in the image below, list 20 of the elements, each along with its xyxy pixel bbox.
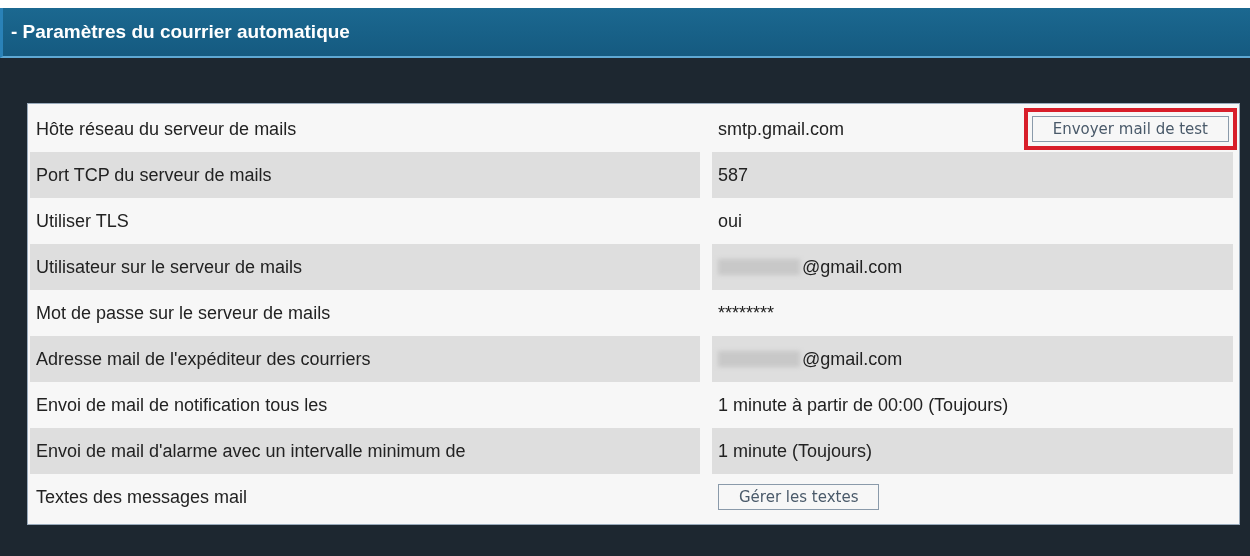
- setting-value: smtp.gmail.com: [718, 118, 845, 140]
- setting-label: Adresse mail de l'expéditeur des courriers: [30, 336, 700, 382]
- action-button[interactable]: Gérer les textes: [718, 484, 880, 510]
- setting-value: @gmail.com: [802, 256, 903, 278]
- setting-label: Envoi de mail d'alarme avec un intervalle minimum de: [30, 428, 700, 474]
- setting-label: Hôte réseau du serveur de mails: [35, 117, 298, 141]
- panel-title: - Paramètres du courrier automatique: [11, 21, 350, 43]
- action-button[interactable]: Envoyer mail de test: [1031, 116, 1229, 142]
- setting-value: ********: [718, 302, 775, 324]
- setting-value: 1 minute à partir de 00:00 (Toujours): [718, 394, 1009, 416]
- setting-value: @gmail.com: [802, 348, 903, 370]
- setting-label: Mot de passe sur le serveur de mails: [35, 301, 332, 325]
- setting-label: Envoi de mail de notification tous les: [35, 393, 329, 417]
- setting-label: Utiliser TLS: [35, 209, 130, 233]
- setting-value: oui: [718, 210, 743, 232]
- setting-label: Utilisateur sur le serveur de mails: [30, 244, 700, 290]
- setting-value: 587: [718, 164, 749, 186]
- setting-value: 1 minute (Toujours): [718, 440, 873, 462]
- setting-label: Textes des messages mail: [35, 485, 249, 509]
- setting-label: Port TCP du serveur de mails: [30, 152, 700, 198]
